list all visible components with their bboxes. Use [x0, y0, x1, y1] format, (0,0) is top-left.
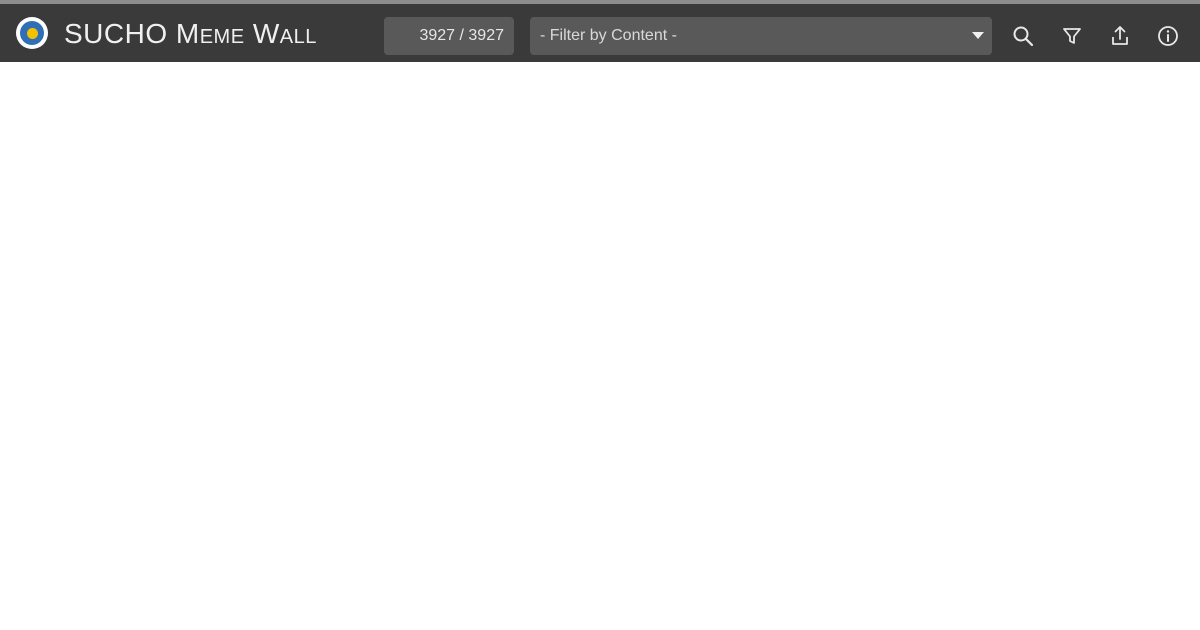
content-filter-label: - Filter by Content -	[540, 27, 677, 44]
filter-icon[interactable]	[1061, 25, 1083, 47]
app-header: SUCHO Meme Wall 3927 / 3927 - Filter by …	[0, 4, 1200, 62]
app-title: SUCHO Meme Wall	[64, 18, 317, 49]
content-filter-select[interactable]: - Filter by Content -	[530, 17, 992, 55]
share-icon[interactable]	[1109, 25, 1131, 47]
search-icon[interactable]	[1012, 25, 1034, 47]
sucho-logo-icon	[16, 17, 48, 49]
chevron-down-icon	[972, 32, 984, 39]
info-icon[interactable]	[1157, 25, 1179, 47]
meme-wall	[0, 62, 1200, 630]
meme-counter: 3927 / 3927	[384, 17, 514, 55]
